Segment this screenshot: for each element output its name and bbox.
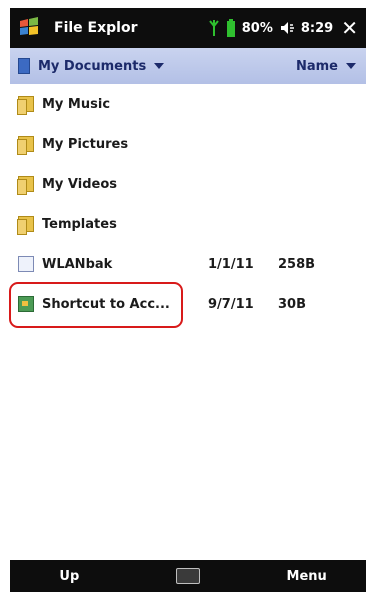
battery-level: 80% — [241, 20, 273, 36]
list-item[interactable]: My Pictures — [10, 124, 366, 164]
battery-icon — [226, 19, 235, 37]
app-title: File Explor — [54, 20, 138, 36]
list-item[interactable]: My Music — [10, 84, 366, 124]
folder-icon — [17, 96, 34, 115]
sort-chevron-down-icon[interactable] — [346, 63, 356, 69]
up-softkey[interactable]: Up — [10, 569, 129, 584]
softkey-bar: Up Menu — [10, 560, 366, 592]
document-folder-icon — [18, 58, 30, 74]
file-date: 1/1/11 — [208, 256, 254, 272]
list-item[interactable]: WLANbak 1/1/11 258B — [10, 244, 366, 284]
keyboard-button[interactable] — [129, 568, 248, 584]
file-size: 258B — [278, 256, 316, 272]
title-bar: File Explor 80% 8:29 ✕ — [10, 8, 366, 48]
folder-icon — [17, 216, 34, 235]
keyboard-icon — [176, 568, 200, 584]
file-icon — [18, 256, 34, 272]
folder-icon — [17, 136, 34, 155]
menu-softkey[interactable]: Menu — [247, 569, 366, 584]
signal-icon — [208, 20, 219, 36]
file-size: 30B — [278, 296, 306, 312]
file-date: 9/7/11 — [208, 296, 254, 312]
chevron-down-icon[interactable] — [154, 63, 165, 69]
folder-icon — [17, 176, 34, 195]
list-item[interactable]: Templates — [10, 204, 366, 244]
file-name: WLANbak — [42, 256, 113, 272]
file-name: My Music — [42, 96, 111, 112]
speaker-icon — [280, 22, 294, 34]
file-name: My Pictures — [42, 136, 129, 152]
close-icon[interactable]: ✕ — [341, 18, 358, 38]
list-item[interactable]: My Videos — [10, 164, 366, 204]
highlight-outline — [9, 282, 183, 328]
windows-flag-icon[interactable] — [18, 17, 46, 39]
status-area[interactable]: 80% 8:29 — [208, 18, 333, 38]
file-name: Templates — [42, 216, 117, 232]
clock: 8:29 — [300, 20, 334, 36]
file-name: My Videos — [42, 176, 118, 192]
current-folder[interactable]: My Documents — [38, 59, 146, 74]
folder-path-bar[interactable]: My Documents Name — [10, 48, 366, 84]
sort-by[interactable]: Name — [296, 59, 338, 74]
